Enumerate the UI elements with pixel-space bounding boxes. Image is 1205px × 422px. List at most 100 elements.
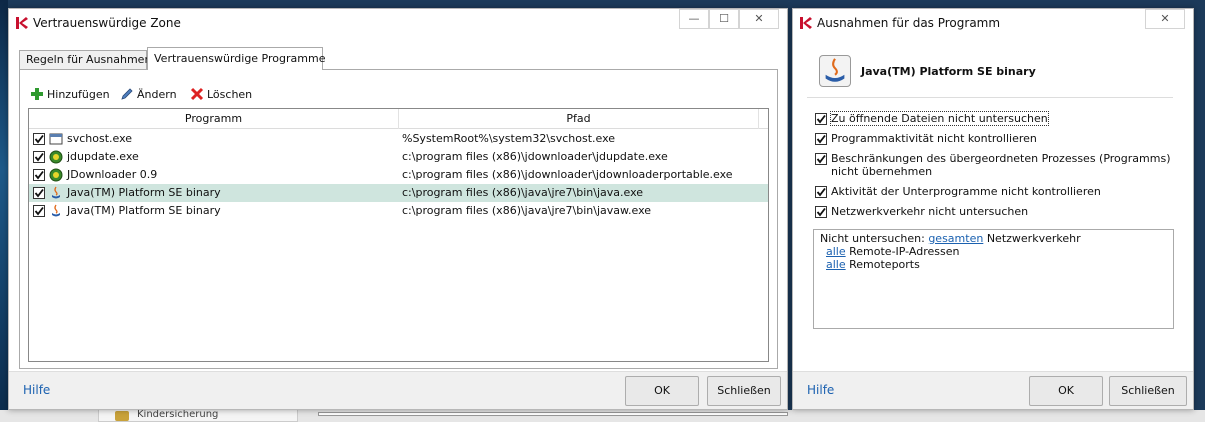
- close-window-button[interactable]: ✕: [739, 9, 779, 29]
- red-x-icon: [190, 87, 204, 101]
- add-label: Hinzufügen: [47, 87, 110, 101]
- info-line-ip: alle Remote-IP-Adressen: [826, 245, 959, 258]
- option-checkbox[interactable]: [815, 206, 827, 218]
- programs-list[interactable]: Programm Pfad svchost.exe %SystemRoot%\s…: [28, 108, 769, 362]
- info-suffix: Remoteports: [849, 258, 920, 271]
- ok-button[interactable]: OK: [1029, 376, 1103, 406]
- all-traffic-link[interactable]: gesamten: [928, 232, 983, 245]
- option-checkbox[interactable]: [815, 113, 827, 125]
- parental-control-icon: [115, 411, 129, 421]
- desktop-background: [0, 0, 8, 422]
- tab-trusted-programs[interactable]: Vertrauenswürdige Programme: [147, 47, 325, 70]
- table-row[interactable]: Java(TM) Platform SE binary c:\program f…: [29, 202, 768, 220]
- option-label-line2: nicht übernehmen: [831, 165, 933, 178]
- table-row[interactable]: jdupdate.exe c:\program files (x86)\jdow…: [29, 148, 768, 166]
- ok-button[interactable]: OK: [625, 376, 699, 406]
- info-suffix: Netzwerkverkehr: [986, 232, 1081, 245]
- row-checkbox[interactable]: [33, 187, 45, 199]
- option-checkbox[interactable]: [815, 153, 827, 165]
- program-path: c:\program files (x86)\jdownloader\jdown…: [402, 168, 733, 181]
- program-name: svchost.exe: [67, 132, 133, 145]
- exe-file-icon: [49, 133, 63, 145]
- trusted-zone-window: Vertrauenswürdige Zone — ☐ ✕ Regeln für …: [8, 8, 788, 410]
- row-checkbox[interactable]: [33, 133, 45, 145]
- check-icon: [816, 114, 826, 124]
- row-checkbox[interactable]: [33, 151, 45, 163]
- program-name: Java(TM) Platform SE binary: [67, 186, 221, 199]
- edit-button[interactable]: Ändern: [120, 84, 177, 104]
- program-path: %SystemRoot%\system32\svchost.exe: [402, 132, 616, 145]
- program-exceptions-window: Ausnahmen für das Programm ✕ Java(TM) Pl…: [792, 8, 1194, 410]
- dialog-footer: Hilfe OK Schließen: [9, 371, 787, 409]
- check-icon: [816, 207, 826, 217]
- info-prefix: Nicht untersuchen:: [820, 232, 925, 245]
- jdownloader-icon: [49, 168, 63, 182]
- column-header-program[interactable]: Programm: [29, 109, 399, 129]
- titlebar[interactable]: Vertrauenswürdige Zone — ☐ ✕: [9, 9, 787, 37]
- close-button[interactable]: Schließen: [707, 376, 781, 406]
- option-label: Programmaktivität nicht kontrollieren: [831, 132, 1037, 145]
- java-icon: [52, 204, 60, 217]
- table-row-selected[interactable]: Java(TM) Platform SE binary c:\program f…: [29, 184, 768, 202]
- option-label: Beschränkungen des übergeordneten Prozes…: [831, 152, 1171, 165]
- program-path: c:\program files (x86)\jdownloader\jdupd…: [402, 150, 668, 163]
- option-label: Zu öffnende Dateien nicht untersuchen: [830, 111, 1049, 126]
- titlebar[interactable]: Ausnahmen für das Programm ✕: [793, 9, 1193, 37]
- info-line-traffic: Nicht untersuchen: gesamten Netzwerkverk…: [820, 232, 1081, 245]
- background-item: Kindersicherung: [98, 408, 298, 422]
- check-icon: [34, 206, 44, 216]
- all-ports-link[interactable]: alle: [826, 258, 846, 271]
- check-icon: [34, 152, 44, 162]
- minimize-button[interactable]: —: [679, 9, 709, 29]
- check-icon: [816, 154, 826, 164]
- window-title: Vertrauenswürdige Zone: [33, 16, 181, 30]
- close-window-button[interactable]: ✕: [1145, 9, 1185, 29]
- column-header-path[interactable]: Pfad: [399, 109, 759, 129]
- java-icon: [52, 186, 60, 199]
- divider: [807, 97, 1173, 98]
- option-label: Netzwerkverkehr nicht untersuchen: [831, 205, 1029, 218]
- help-link[interactable]: Hilfe: [23, 383, 50, 397]
- info-suffix: Remote-IP-Adressen: [849, 245, 960, 258]
- program-path: c:\program files (x86)\java\jre7\bin\jav…: [402, 204, 652, 217]
- list-header: Programm Pfad: [29, 109, 768, 129]
- option-label: Aktivität der Unterprogramme nicht kontr…: [831, 185, 1101, 198]
- option-checkbox[interactable]: [815, 186, 827, 198]
- background-item-label: Kindersicherung: [137, 409, 219, 420]
- network-summary-box: Nicht untersuchen: gesamten Netzwerkverk…: [813, 229, 1174, 329]
- row-checkbox[interactable]: [33, 205, 45, 217]
- close-button[interactable]: Schließen: [1109, 376, 1187, 406]
- kaspersky-logo-icon: [16, 17, 28, 29]
- window-title: Ausnahmen für das Programm: [817, 16, 1001, 30]
- row-checkbox[interactable]: [33, 169, 45, 181]
- program-name: jdupdate.exe: [67, 150, 139, 163]
- check-icon: [34, 134, 44, 144]
- delete-label: Löschen: [207, 87, 253, 101]
- program-name: Java(TM) Platform SE binary: [861, 65, 1036, 78]
- tab-exception-rules[interactable]: Regeln für Ausnahmen: [19, 50, 151, 69]
- table-row[interactable]: JDownloader 0.9 c:\program files (x86)\j…: [29, 166, 768, 184]
- check-icon: [34, 188, 44, 198]
- java-icon: [819, 55, 851, 87]
- background-scrollbar: [318, 412, 788, 416]
- all-ip-link[interactable]: alle: [826, 245, 846, 258]
- maximize-button[interactable]: ☐: [709, 9, 739, 29]
- check-icon: [816, 187, 826, 197]
- kaspersky-logo-icon: [800, 17, 812, 29]
- plus-icon: [31, 88, 43, 100]
- option-checkbox[interactable]: [815, 133, 827, 145]
- dialog-footer: Hilfe OK Schließen: [793, 371, 1193, 409]
- info-line-ports: alle Remoteports: [826, 258, 920, 271]
- pencil-icon: [121, 88, 133, 100]
- trusted-programs-panel: Hinzufügen Ändern Löschen Programm Pfad …: [19, 69, 778, 369]
- jdownloader-icon: [49, 150, 63, 164]
- program-name: JDownloader 0.9: [67, 168, 158, 181]
- program-name: Java(TM) Platform SE binary: [67, 204, 221, 217]
- check-icon: [34, 170, 44, 180]
- edit-label: Ändern: [137, 87, 177, 101]
- help-link[interactable]: Hilfe: [807, 383, 834, 397]
- program-path: c:\program files (x86)\java\jre7\bin\jav…: [402, 186, 644, 199]
- delete-button[interactable]: Löschen: [190, 84, 252, 104]
- add-button[interactable]: Hinzufügen: [30, 84, 110, 104]
- table-row[interactable]: svchost.exe %SystemRoot%\system32\svchos…: [29, 130, 768, 148]
